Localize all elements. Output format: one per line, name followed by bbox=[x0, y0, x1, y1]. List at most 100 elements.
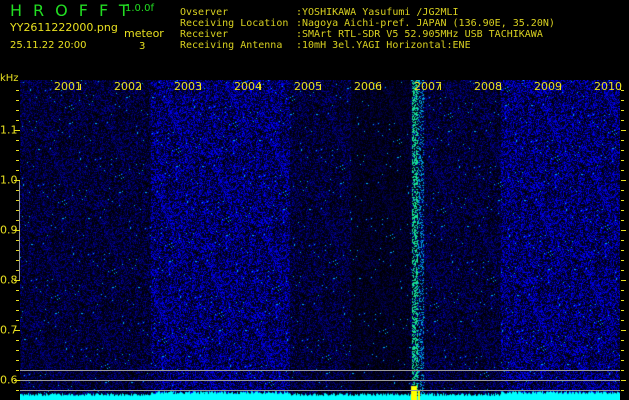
range-marker bbox=[19, 181, 20, 281]
y-tick bbox=[621, 360, 624, 361]
y-tick bbox=[16, 390, 19, 391]
y-tick bbox=[16, 110, 19, 111]
y-tick bbox=[621, 120, 624, 121]
y-tick bbox=[16, 90, 19, 91]
time-tick bbox=[200, 84, 201, 90]
y-tick bbox=[621, 100, 624, 101]
y-tick bbox=[16, 240, 19, 241]
y-tick bbox=[14, 280, 20, 281]
time-label: 2006 bbox=[354, 80, 382, 93]
y-tick bbox=[621, 340, 624, 341]
y-tick bbox=[16, 210, 19, 211]
y-tick bbox=[16, 350, 19, 351]
y-tick bbox=[16, 290, 19, 291]
y-tick bbox=[621, 290, 624, 291]
info-value: :Nagoya Aichi-pref. JAPAN (136.90E, 35.2… bbox=[296, 18, 555, 29]
y-tick bbox=[16, 160, 19, 161]
time-label: 2004 bbox=[234, 80, 262, 93]
y-tick bbox=[621, 130, 626, 131]
y-tick bbox=[621, 280, 626, 281]
y-tick bbox=[621, 350, 624, 351]
y-tick bbox=[16, 300, 19, 301]
y-tick bbox=[621, 170, 624, 171]
version-label: 1.0.0f bbox=[125, 3, 154, 14]
y-tick bbox=[621, 180, 626, 181]
y-tick bbox=[621, 140, 624, 141]
y-tick bbox=[16, 260, 19, 261]
time-tick bbox=[500, 84, 501, 90]
time-tick bbox=[140, 84, 141, 90]
reference-line bbox=[20, 390, 620, 391]
y-tick bbox=[621, 370, 624, 371]
y-tick bbox=[621, 330, 626, 331]
info-value: :YOSHIKAWA Yasufumi /JG2MLI bbox=[296, 7, 459, 18]
y-tick bbox=[621, 150, 624, 151]
filename-label: YY2611222000.png bbox=[10, 21, 118, 34]
y-tick bbox=[16, 250, 19, 251]
info-row-receiver: Receiver :SMArt RTL-SDR V5 52.905MHz USB … bbox=[180, 29, 555, 40]
info-row-location: Receiving Location :Nagoya Aichi-pref. JA… bbox=[180, 18, 555, 29]
y-tick bbox=[16, 170, 19, 171]
y-tick bbox=[16, 150, 19, 151]
y-tick bbox=[16, 100, 19, 101]
spectrogram-canvas bbox=[20, 80, 620, 400]
y-tick bbox=[16, 190, 19, 191]
y-tick bbox=[621, 160, 624, 161]
station-info: Ovserver :YOSHIKAWA Yasufumi /JG2MLI Rece… bbox=[180, 7, 555, 51]
time-label: 2002 bbox=[114, 80, 142, 93]
info-row-observer: Ovserver :YOSHIKAWA Yasufumi /JG2MLI bbox=[180, 7, 555, 18]
info-key: Ovserver bbox=[180, 7, 229, 18]
info-key: Receiving Antenna bbox=[180, 40, 283, 51]
y-tick bbox=[16, 320, 19, 321]
y-tick bbox=[14, 330, 20, 331]
y-tick bbox=[621, 380, 626, 381]
y-tick bbox=[621, 110, 624, 111]
info-value: :10mH 3el.YAGI Horizontal:ENE bbox=[296, 40, 471, 51]
info-value: :SMArt RTL-SDR V5 52.905MHz USB TACHIKAW… bbox=[296, 29, 543, 40]
time-tick bbox=[380, 84, 381, 90]
hrofft-window: HROFFT 1.0.0f YY2611222000.png 25.11.22 … bbox=[0, 0, 629, 400]
y-tick bbox=[621, 220, 624, 221]
y-tick bbox=[621, 260, 624, 261]
y-tick bbox=[16, 270, 19, 271]
meteor-count: 3 bbox=[139, 41, 146, 52]
y-tick bbox=[621, 190, 624, 191]
datetime-label: 25.11.22 20:00 bbox=[10, 40, 87, 51]
y-tick bbox=[621, 310, 624, 311]
y-tick bbox=[14, 130, 20, 131]
time-label: 2010 bbox=[594, 80, 622, 93]
y-tick bbox=[621, 230, 626, 231]
y-tick bbox=[16, 310, 19, 311]
info-key: Receiving Location bbox=[180, 18, 289, 29]
info-row-antenna: Receiving Antenna :10mH 3el.YAGI Horizont… bbox=[180, 40, 555, 51]
y-tick bbox=[621, 320, 624, 321]
time-tick bbox=[260, 84, 261, 90]
y-tick bbox=[16, 220, 19, 221]
reference-line bbox=[20, 380, 620, 381]
time-label: 2007 bbox=[414, 80, 442, 93]
y-tick bbox=[16, 120, 19, 121]
y-tick bbox=[621, 200, 624, 201]
time-label: 2008 bbox=[474, 80, 502, 93]
y-tick bbox=[16, 200, 19, 201]
y-tick bbox=[621, 240, 624, 241]
time-tick bbox=[80, 84, 81, 90]
y-tick bbox=[621, 210, 624, 211]
y-tick bbox=[14, 380, 20, 381]
y-tick bbox=[16, 140, 19, 141]
y-tick bbox=[16, 370, 19, 371]
time-tick bbox=[320, 84, 321, 90]
y-tick bbox=[16, 360, 19, 361]
time-label: 2009 bbox=[534, 80, 562, 93]
time-label: 2001 bbox=[54, 80, 82, 93]
y-tick bbox=[16, 340, 19, 341]
info-key: Receiver bbox=[180, 29, 229, 40]
time-tick bbox=[440, 84, 441, 90]
time-label: 2003 bbox=[174, 80, 202, 93]
y-tick bbox=[621, 250, 624, 251]
meteor-label: meteor bbox=[124, 27, 164, 40]
y-tick bbox=[621, 300, 624, 301]
reference-line bbox=[20, 370, 620, 371]
time-tick bbox=[620, 84, 621, 90]
y-tick bbox=[14, 180, 20, 181]
